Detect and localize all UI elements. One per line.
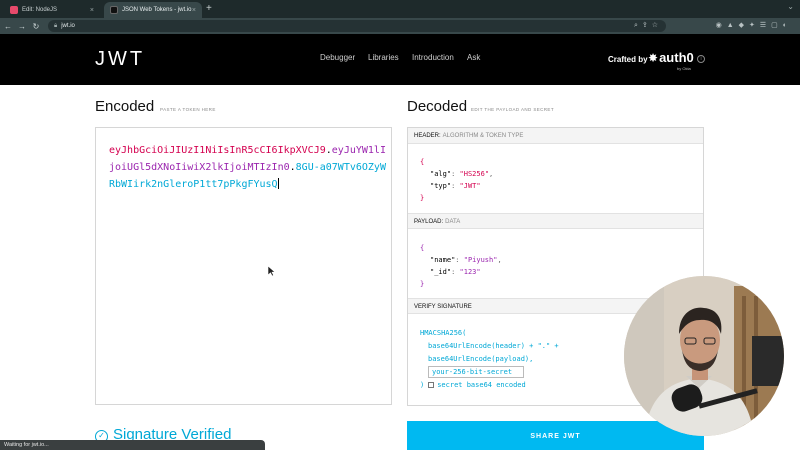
lock-icon: 🔒︎ xyxy=(54,22,58,29)
close-icon[interactable]: × xyxy=(90,7,94,14)
url-input[interactable]: 🔒︎ jwt.io xyxy=(48,20,666,32)
auth0-logo[interactable]: ✸auth0 xyxy=(648,50,694,65)
reload-icon[interactable]: ↻ xyxy=(30,22,42,31)
nav-ask[interactable]: Ask xyxy=(467,53,480,62)
tab-edit-nodejs[interactable]: Edit: NodeJS × xyxy=(4,2,100,18)
name-value: Piyush xyxy=(467,256,494,264)
encoded-hint: PASTE A TOKEN HERE xyxy=(160,107,216,112)
panel-sub: DATA xyxy=(445,219,461,225)
checkbox-label: secret base64 encoded xyxy=(437,381,526,389)
base64-checkbox[interactable] xyxy=(428,382,435,388)
verify-line-payload: base64UrlEncode(payload), xyxy=(428,355,534,363)
back-arrow-icon[interactable]: ← xyxy=(2,22,14,31)
panel-label: PAYLOAD: xyxy=(414,219,444,225)
alg-value: HS256 xyxy=(463,170,485,178)
auth0-brand: auth0 xyxy=(659,50,694,65)
token-header-segment: eyJhbGciOiJIUzI1NiIsInR5cCI6IkpXVCJ9 xyxy=(109,145,326,156)
token-text[interactable]: eyJhbGciOiJIUzI1NiIsInR5cCI6IkpXVCJ9.eyJ… xyxy=(109,142,389,193)
address-bar: ← → ↻ 🔒︎ jwt.io ⌕⇪☆ ◉▲◆✦☰▢◐ xyxy=(0,18,800,34)
forward-arrow-icon[interactable]: → xyxy=(16,22,28,31)
info-icon[interactable]: i xyxy=(697,55,705,63)
verify-signature-code: HMACSHA256( base64UrlEncode(header) + ".… xyxy=(420,327,559,392)
chevron-down-icon[interactable]: ⌄ xyxy=(787,2,794,11)
verify-line-header: base64UrlEncode(header) + "." + xyxy=(428,342,559,350)
share-jwt-button[interactable]: SHARE JWT xyxy=(407,421,704,450)
panel-label: VERIFY SIGNATURE xyxy=(414,304,472,310)
payload-json-editor[interactable]: { "name": "Piyush", "_id": "123" } xyxy=(420,242,502,290)
decoded-hint: EDIT THE PAYLOAD AND SECRET xyxy=(471,107,554,112)
encoded-token-input[interactable]: eyJhbGciOiJIUzI1NiIsInR5cCI6IkpXVCJ9.eyJ… xyxy=(95,127,392,405)
extension-icons[interactable]: ◉▲◆✦☰▢◐ xyxy=(716,21,792,29)
crafted-by-label: Crafted by xyxy=(608,55,648,64)
decoded-title: Decoded xyxy=(407,98,468,115)
auth0-star-icon: ✸ xyxy=(648,51,659,65)
webcam-overlay xyxy=(624,276,784,436)
header-json-editor[interactable]: { "alg": "HS256", "typ": "JWT" } xyxy=(420,156,493,204)
presenter-image xyxy=(624,276,784,436)
tab-jwt-io[interactable]: JSON Web Tokens - jwt.io × xyxy=(104,2,202,18)
text-caret xyxy=(277,178,279,189)
jwt-logo[interactable]: JWT xyxy=(95,48,145,71)
nodejs-favicon-icon xyxy=(10,6,18,14)
verify-close: ) xyxy=(420,381,425,389)
nav-libraries[interactable]: Libraries xyxy=(368,53,399,62)
tab-title: Edit: NodeJS xyxy=(22,7,58,13)
panel-sub: ALGORITHM & TOKEN TYPE xyxy=(442,133,524,139)
payload-panel-title: PAYLOAD: DATA xyxy=(408,213,703,229)
new-tab-button[interactable]: + xyxy=(206,3,212,15)
nav-debugger[interactable]: Debugger xyxy=(320,53,355,62)
mouse-pointer-icon xyxy=(268,266,276,277)
panel-label: HEADER: xyxy=(414,133,441,139)
encoded-title: Encoded xyxy=(95,98,155,115)
header-panel-title: HEADER: ALGORITHM & TOKEN TYPE xyxy=(408,128,703,144)
close-icon[interactable]: × xyxy=(192,7,196,14)
secret-input[interactable]: your-256-bit-secret xyxy=(428,366,524,378)
browser-status-bar: Waiting for jwt.io... xyxy=(0,440,265,450)
id-value: 123 xyxy=(463,268,477,276)
tab-title: JSON Web Tokens - jwt.io xyxy=(122,7,192,13)
jwt-favicon-icon xyxy=(110,6,118,14)
typ-value: JWT xyxy=(463,182,477,190)
hmac-fn: HMACSHA256( xyxy=(420,329,467,337)
url-text: jwt.io xyxy=(61,23,75,29)
browser-tab-strip: Edit: NodeJS × JSON Web Tokens - jwt.io … xyxy=(0,0,800,18)
omnibox-actions[interactable]: ⌕⇪☆ xyxy=(634,21,662,30)
by-okta-label: by Okta xyxy=(677,66,691,71)
nav-introduction[interactable]: Introduction xyxy=(412,53,454,62)
